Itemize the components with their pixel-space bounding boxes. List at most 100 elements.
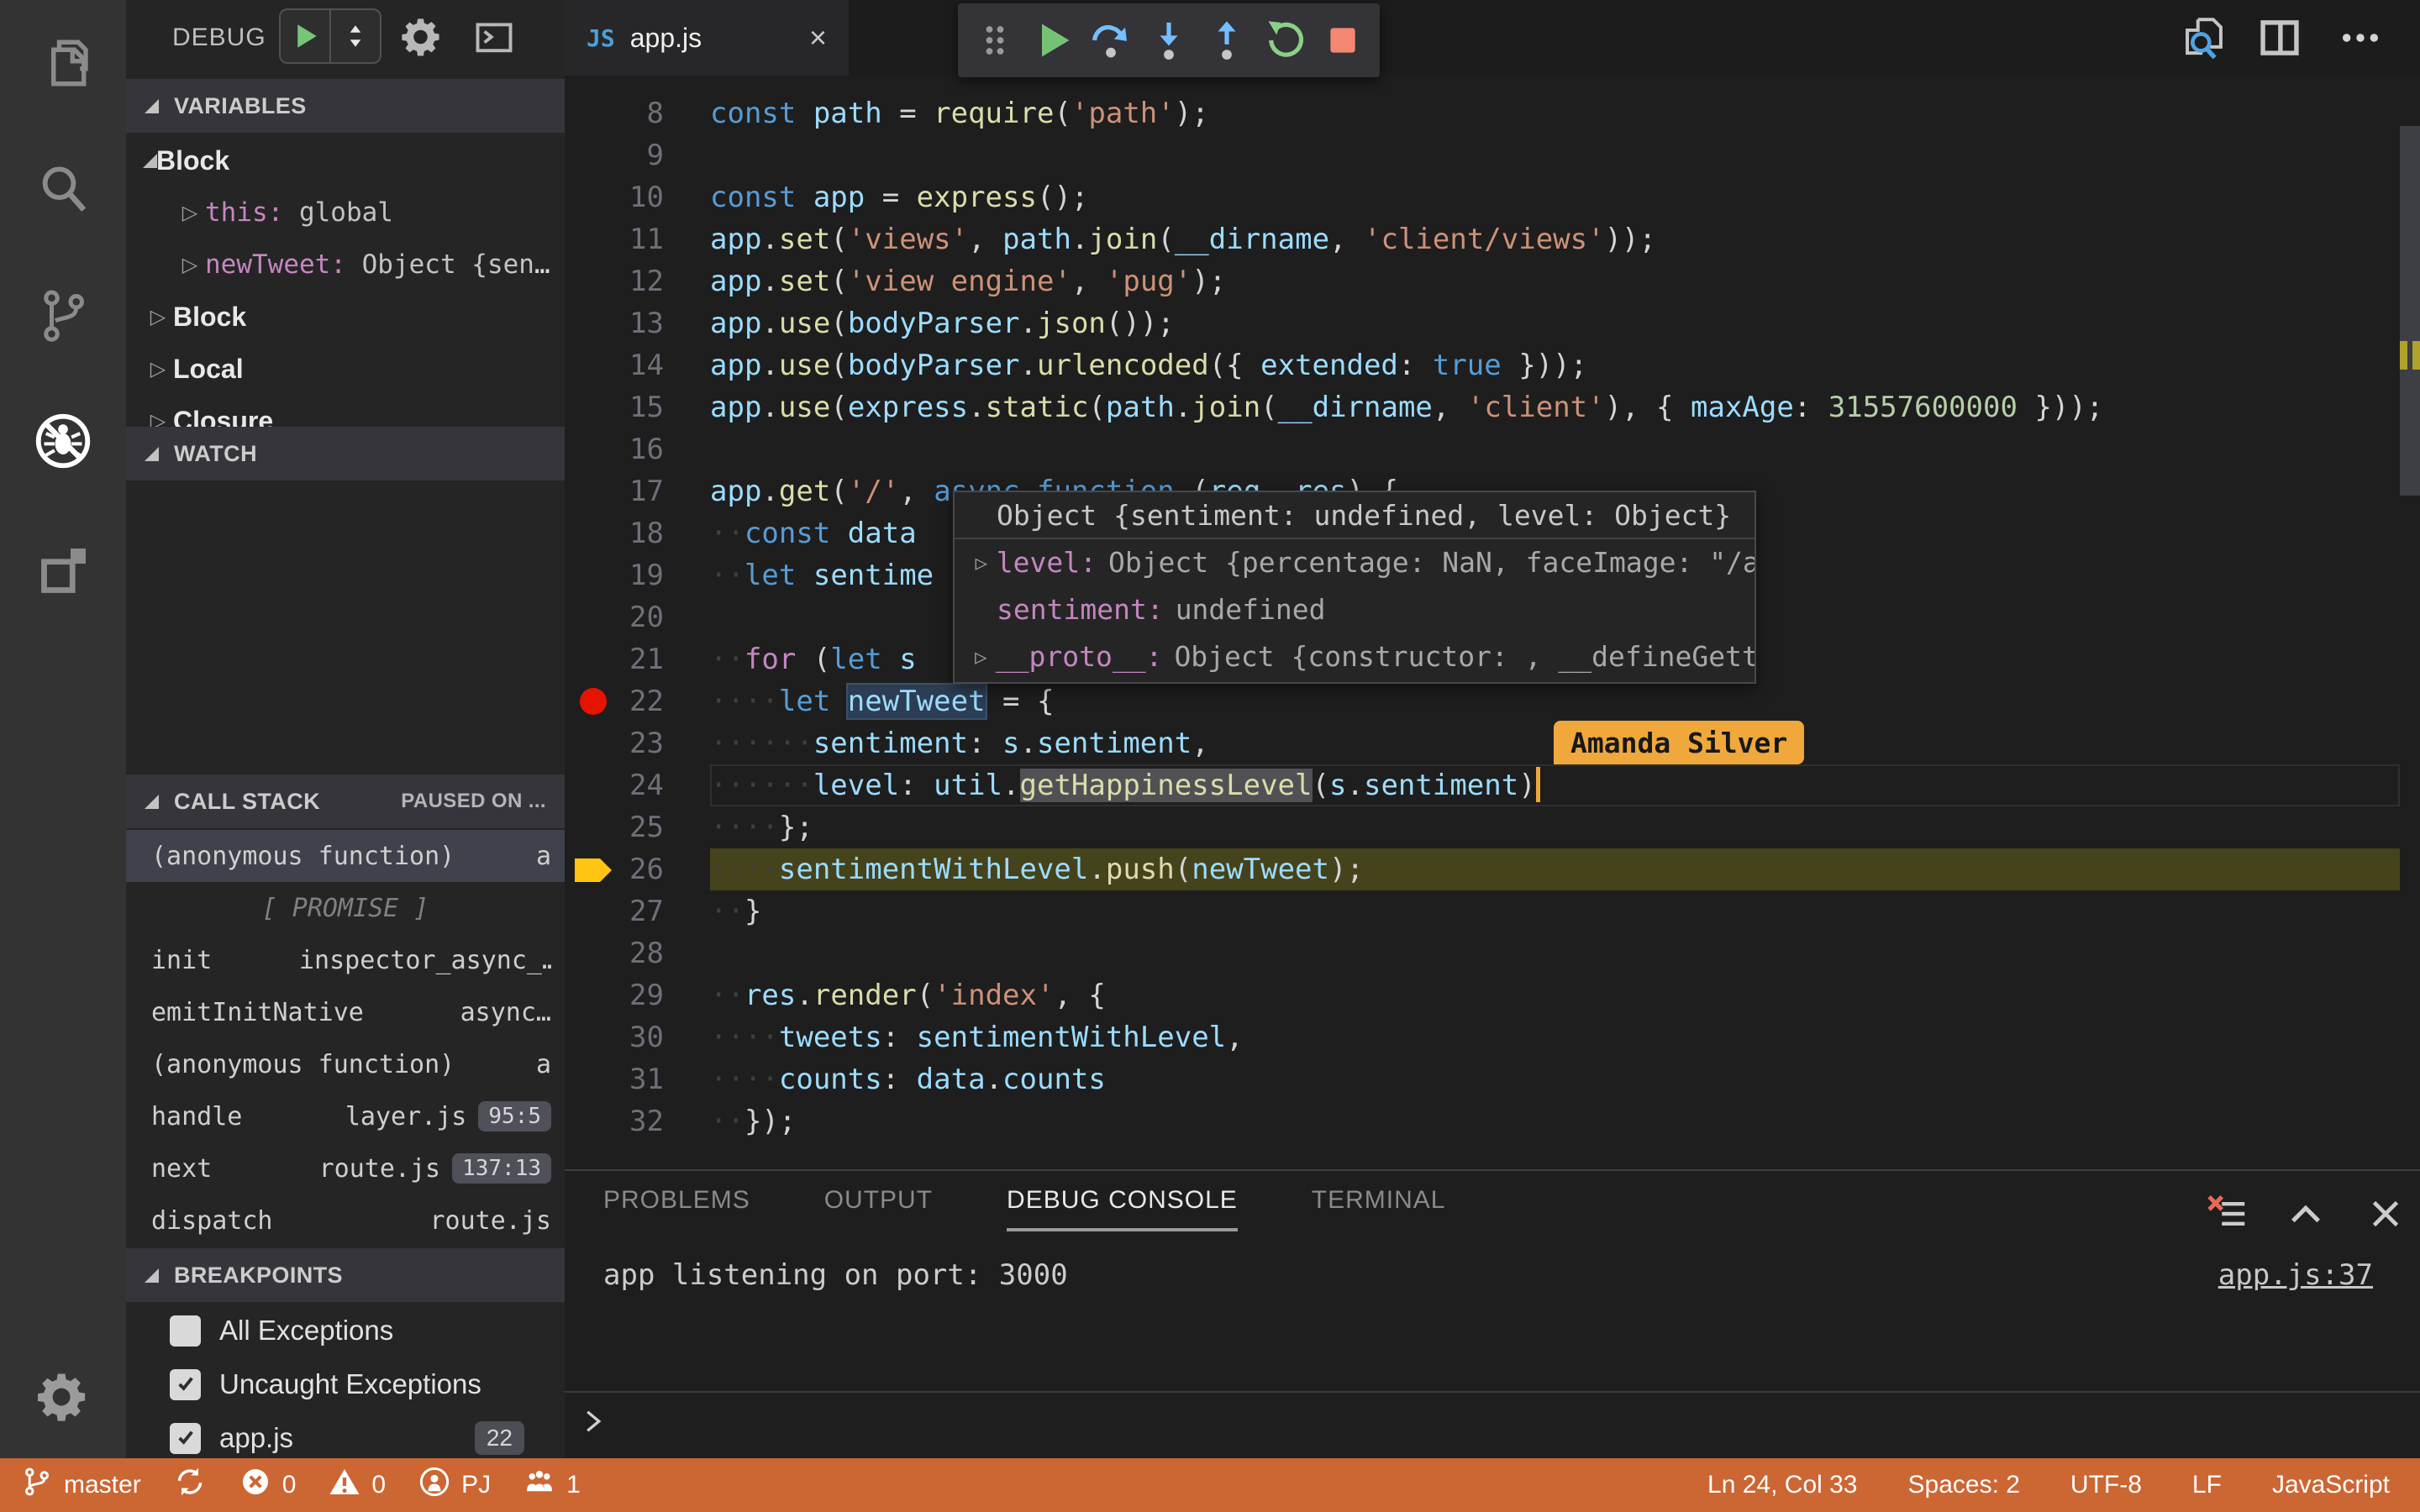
split-editor-icon[interactable]	[2255, 13, 2304, 62]
editor-gutter[interactable]: 26	[565, 848, 710, 890]
editor-gutter[interactable]: 25	[565, 806, 710, 848]
code-line-27[interactable]: 27 ··}	[565, 890, 2400, 932]
breakpoint-checkbox[interactable]	[170, 1368, 201, 1400]
code-line-25[interactable]: 25 ····};	[565, 806, 2400, 848]
variables-scope-row[interactable]: Block	[126, 134, 565, 186]
variables-section-header[interactable]: VARIABLES	[126, 79, 565, 133]
launch-configuration-control[interactable]	[279, 8, 381, 64]
debug-settings-gear-icon[interactable]	[397, 12, 447, 62]
call-stack-frame[interactable]: next route.js 137:13	[126, 1142, 565, 1194]
breakpoint-row[interactable]: Uncaught Exceptions	[126, 1357, 565, 1411]
launch-config-dropdown[interactable]	[329, 10, 380, 62]
activity-bar-item-debug[interactable]	[0, 386, 126, 496]
status-git-branch[interactable]: master	[20, 1465, 141, 1505]
variable-row[interactable]: ▷ this: global	[126, 186, 565, 239]
call-stack-frame[interactable]: dispatch route.js	[126, 1194, 565, 1247]
activity-bar-item-search[interactable]	[0, 134, 126, 244]
editor-gutter[interactable]: 31	[565, 1058, 710, 1100]
settings-gear-icon[interactable]	[0, 1351, 126, 1443]
editor-gutter[interactable]: 16	[565, 428, 710, 470]
breakpoint-checkbox[interactable]	[170, 1422, 201, 1454]
more-actions-icon[interactable]	[2336, 13, 2385, 62]
editor-gutter[interactable]: 23	[565, 722, 710, 764]
breakpoint-row[interactable]: All Exceptions	[126, 1304, 565, 1357]
tab-close-icon[interactable]: ×	[809, 20, 827, 55]
call-stack-frame[interactable]: (anonymous function) a	[126, 1038, 565, 1090]
code-line-28[interactable]: 28	[565, 932, 2400, 974]
call-stack-frame[interactable]: (anonymous function) a	[126, 830, 565, 882]
breakpoint-checkbox[interactable]	[170, 1315, 201, 1347]
editor-gutter[interactable]: 12	[565, 260, 710, 302]
editor-gutter[interactable]: 14	[565, 344, 710, 386]
code-line-8[interactable]: 8 const path = require('path');	[565, 92, 2400, 134]
code-line-29[interactable]: 29 ··res.render('index', {	[565, 974, 2400, 1016]
breakpoint-row[interactable]: app.js 22	[126, 1411, 565, 1458]
code-line-14[interactable]: 14 app.use(bodyParser.urlencoded({ extend…	[565, 344, 2400, 386]
editor-gutter[interactable]: 11	[565, 218, 710, 260]
search-file-icon[interactable]	[2180, 13, 2228, 62]
breakpoints-section-header[interactable]: BREAKPOINTS	[126, 1248, 565, 1302]
continue-button[interactable]	[1024, 11, 1082, 70]
step-over-button[interactable]	[1082, 11, 1140, 70]
editor-gutter[interactable]: 32	[565, 1100, 710, 1142]
tooltip-property-row[interactable]: ▷ __proto__: Object {constructor: , __defi…	[955, 633, 1754, 680]
step-into-button[interactable]	[1140, 11, 1198, 70]
code-line-31[interactable]: 31 ····counts: data.counts	[565, 1058, 2400, 1100]
code-line-15[interactable]: 15 app.use(express.static(path.join(__dir…	[565, 386, 2400, 428]
close-panel-icon[interactable]	[2363, 1191, 2408, 1236]
status-sync[interactable]	[173, 1465, 207, 1505]
call-stack-section-header[interactable]: CALL STACK PAUSED ON ...	[126, 774, 565, 828]
editor-gutter[interactable]: 28	[565, 932, 710, 974]
watch-section-header[interactable]: WATCH	[126, 427, 565, 480]
activity-bar-item-files[interactable]	[0, 8, 126, 118]
call-stack-frame[interactable]: init inspector_async_…	[126, 934, 565, 986]
collapse-panel-icon[interactable]	[2283, 1191, 2328, 1236]
code-line-13[interactable]: 13 app.use(bodyParser.json());	[565, 302, 2400, 344]
tooltip-property-row[interactable]: ▷ level: Object {percentage: NaN, faceImag…	[955, 539, 1754, 586]
code-line-30[interactable]: 30 ····tweets: sentimentWithLevel,	[565, 1016, 2400, 1058]
debug-console-input[interactable]	[565, 1391, 2420, 1458]
stop-button[interactable]	[1313, 11, 1371, 70]
editor-gutter[interactable]: 18	[565, 512, 710, 554]
code-line-10[interactable]: 10 const app = express();	[565, 176, 2400, 218]
status-error[interactable]: 0	[239, 1465, 296, 1505]
editor-gutter[interactable]: 17	[565, 470, 710, 512]
editor-gutter[interactable]: 24	[565, 764, 710, 806]
editor-gutter[interactable]: 15	[565, 386, 710, 428]
editor-scrollbar[interactable]	[2400, 126, 2420, 496]
status-utf-8[interactable]: UTF-8	[2070, 1471, 2142, 1499]
breakpoint-icon[interactable]	[580, 688, 607, 715]
tooltip-property-row[interactable]: sentiment: undefined	[955, 586, 1754, 633]
source-location-link[interactable]: app.js:37	[2218, 1258, 2373, 1292]
status-ln-24-col-33[interactable]: Ln 24, Col 33	[1707, 1471, 1857, 1499]
grip-button[interactable]	[966, 11, 1024, 70]
variables-scope-row[interactable]: ▷ Block	[126, 291, 565, 343]
start-debug-button[interactable]	[281, 10, 329, 62]
activity-bar-item-source-control[interactable]	[0, 260, 126, 370]
editor-gutter[interactable]: 13	[565, 302, 710, 344]
variables-scope-row[interactable]: ▷ Local	[126, 343, 565, 395]
editor-gutter[interactable]: 9	[565, 134, 710, 176]
code-line-11[interactable]: 11 app.set('views', path.join(__dirname, …	[565, 218, 2400, 260]
editor-gutter[interactable]: 20	[565, 596, 710, 638]
tab-appjs[interactable]: JS app.js ×	[565, 0, 849, 76]
status-participants[interactable]: 1	[523, 1465, 581, 1505]
status-spaces-2[interactable]: Spaces: 2	[1908, 1471, 2020, 1499]
editor-gutter[interactable]: 29	[565, 974, 710, 1016]
panel-tab-debug-console[interactable]: DEBUG CONSOLE	[1007, 1186, 1238, 1231]
code-line-24[interactable]: 24 ······level: util.getHappinessLevel(s.…	[565, 764, 2400, 806]
activity-bar-item-extensions[interactable]	[0, 517, 126, 626]
panel-tab-terminal[interactable]: TERMINAL	[1312, 1186, 1446, 1231]
editor-gutter[interactable]: 22	[565, 680, 710, 722]
status-warning[interactable]: 0	[328, 1465, 386, 1505]
code-line-16[interactable]: 16	[565, 428, 2400, 470]
editor-gutter[interactable]: 19	[565, 554, 710, 596]
code-line-22[interactable]: 22 ····let newTweet = {	[565, 680, 2400, 722]
editor-gutter[interactable]: 27	[565, 890, 710, 932]
call-stack-frame[interactable]: handle layer.js 95:5	[126, 1090, 565, 1142]
variable-row[interactable]: ▷ newTweet: Object {sent…	[126, 239, 565, 291]
restart-button[interactable]	[1255, 11, 1313, 70]
status-javascript[interactable]: JavaScript	[2272, 1471, 2390, 1499]
call-stack-frame[interactable]: emitInitNative async…	[126, 986, 565, 1038]
code-line-23[interactable]: 23 ······sentiment: s.sentiment,	[565, 722, 2400, 764]
